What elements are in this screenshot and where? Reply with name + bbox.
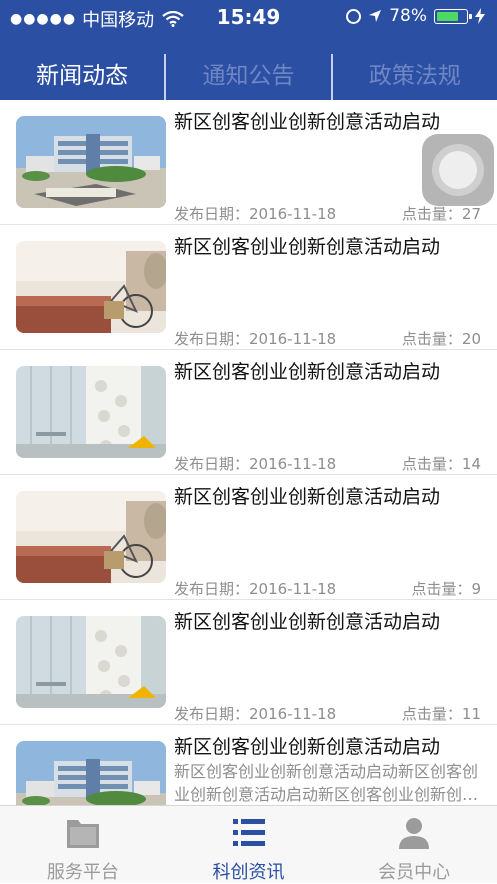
news-click-count: 点击量：27 bbox=[401, 205, 481, 223]
news-thumbnail bbox=[16, 366, 166, 458]
news-click-count: 点击量：9 bbox=[411, 580, 481, 598]
office-photo bbox=[16, 366, 166, 458]
nav-member-center[interactable]: 会员中心 bbox=[331, 806, 497, 883]
news-list[interactable]: 新区创客创业创新创意活动启动 发布日期：2016-11-18 点击量：27 新区… bbox=[0, 100, 497, 805]
news-thumbnail bbox=[16, 116, 166, 208]
news-date: 发布日期：2016-11-18 bbox=[174, 705, 337, 723]
news-title: 新区创客创业创新创意活动启动 bbox=[174, 736, 441, 758]
news-title: 新区创客创业创新创意活动启动 bbox=[174, 486, 441, 508]
news-thumbnail bbox=[16, 491, 166, 583]
news-click-count: 点击量：20 bbox=[401, 330, 481, 348]
news-date: 发布日期：2016-11-18 bbox=[174, 205, 337, 223]
news-thumbnail bbox=[16, 241, 166, 333]
news-date: 发布日期：2016-11-18 bbox=[174, 330, 337, 348]
category-tabs: 新闻动态 通知公告 政策法规 bbox=[0, 52, 497, 100]
assistive-touch-button[interactable] bbox=[422, 134, 494, 206]
news-item[interactable]: 新区创客创业创新创意活动启动 发布日期：2016-11-18 点击量：11 bbox=[0, 600, 497, 725]
news-date: 发布日期：2016-11-18 bbox=[174, 455, 337, 473]
charging-bolt-icon bbox=[475, 8, 485, 24]
building-photo bbox=[16, 741, 166, 805]
news-item[interactable]: 新区创客创业创新创意活动启动 发布日期：2016-11-18 点击量：20 bbox=[0, 225, 497, 350]
news-item[interactable]: 新区创客创业创新创意活动启动 发布日期：2016-11-18 点击量：9 bbox=[0, 475, 497, 600]
news-thumbnail bbox=[16, 741, 166, 805]
list-icon bbox=[232, 819, 265, 846]
nav-tech-news[interactable]: 科创资讯 bbox=[166, 806, 332, 883]
news-item[interactable]: 新区创客创业创新创意活动启动 发布日期：2016-11-18 点击量：14 bbox=[0, 350, 497, 475]
nav-label: 会员中心 bbox=[378, 862, 451, 883]
news-title: 新区创客创业创新创意活动启动 bbox=[174, 611, 441, 633]
nav-label: 科创资讯 bbox=[212, 862, 285, 883]
location-arrow-icon bbox=[369, 10, 382, 22]
folder-icon bbox=[66, 820, 99, 848]
bicycle-photo bbox=[16, 241, 166, 333]
nav-service-platform[interactable]: 服务平台 bbox=[0, 806, 166, 883]
person-icon bbox=[399, 818, 430, 849]
tab-news[interactable]: 新闻动态 bbox=[0, 52, 164, 100]
battery-percent: 78% bbox=[389, 6, 427, 26]
news-title: 新区创客创业创新创意活动启动 bbox=[174, 236, 441, 258]
news-click-count: 点击量：14 bbox=[401, 455, 481, 473]
building-photo bbox=[16, 116, 166, 208]
news-title: 新区创客创业创新创意活动启动 bbox=[174, 111, 441, 133]
news-summary: 新区创客创业创新创意活动启动新区创客创业创新创意活动启动新区创客创业创新创意活动… bbox=[174, 762, 479, 804]
office-photo bbox=[16, 616, 166, 708]
bottom-tab-bar: 服务平台 科创资讯 会员中心 bbox=[0, 805, 497, 883]
tab-notices[interactable]: 通知公告 bbox=[166, 52, 330, 100]
news-click-count: 点击量：11 bbox=[401, 705, 481, 723]
news-title: 新区创客创业创新创意活动启动 bbox=[174, 361, 441, 383]
status-bar: ●●●●● 中国移动 15:49 78% bbox=[0, 0, 497, 34]
news-item[interactable]: 新区创客创业创新创意活动启动 新区创客创业创新创意活动启动新区创客创业创新创意活… bbox=[0, 725, 497, 805]
news-thumbnail bbox=[16, 616, 166, 708]
battery-fill bbox=[437, 11, 458, 21]
news-date: 发布日期：2016-11-18 bbox=[174, 580, 337, 598]
nav-label: 服务平台 bbox=[46, 862, 119, 883]
app-header: ●●●●● 中国移动 15:49 78% 新闻动态 通知公告 政策法规 bbox=[0, 0, 497, 100]
bicycle-photo bbox=[16, 491, 166, 583]
tab-policies[interactable]: 政策法规 bbox=[333, 52, 497, 100]
orientation-lock-icon bbox=[346, 8, 362, 24]
battery-icon bbox=[434, 8, 472, 24]
